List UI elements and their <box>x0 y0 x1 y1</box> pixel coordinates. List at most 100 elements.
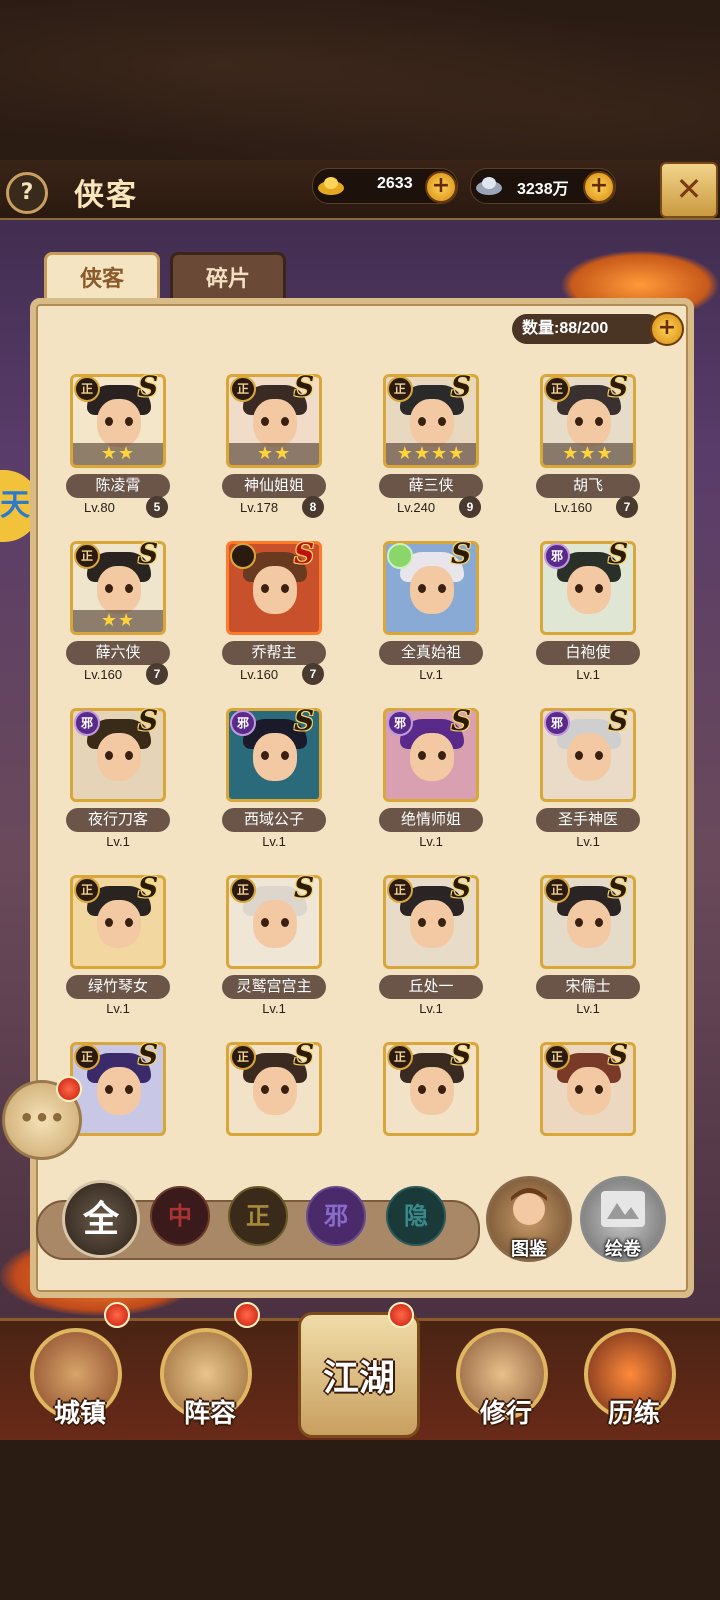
star-rating: ★★★★ <box>386 443 476 465</box>
scroll-gallery-label: 绘卷 <box>605 1239 641 1260</box>
hero-face <box>567 900 611 948</box>
hero-level: Lv.1 <box>576 834 600 849</box>
top-background <box>0 0 720 160</box>
hero-level: Lv.160 <box>240 667 279 682</box>
hero-eye <box>105 1085 113 1094</box>
hero-eye <box>105 584 113 593</box>
gold-ingot-icon <box>318 177 344 195</box>
star-rating: ★★ <box>73 610 163 632</box>
filter-xie-button[interactable]: 邪 <box>306 1186 366 1246</box>
nav-jianghu-button[interactable]: 江湖 <box>298 1312 420 1438</box>
gold-amount: 2633 <box>377 175 413 192</box>
hero-eye <box>261 417 269 426</box>
hero-card[interactable]: ★★ 正 S 薛六侠 Lv.160 7 <box>54 537 194 701</box>
add-silver-button[interactable]: + <box>583 171 615 203</box>
scroll-gallery-button[interactable]: 绘卷 <box>580 1176 666 1262</box>
hero-card[interactable]: ★★★★ 正 S 薛三侠 Lv.240 9 <box>367 374 507 534</box>
grade-badge: S <box>294 704 315 737</box>
hero-level: Lv.178 <box>240 500 279 515</box>
hero-grid[interactable]: ★★ 正 S 陈凌霄 Lv.80 5 ★★ 正 S 神仙姐姐 Lv.178 8 ★★★★ 正 S 薛三侠 Lv.… <box>54 374 674 1164</box>
hero-card[interactable]: ★★ 正 S 神仙姐姐 Lv.178 8 <box>210 374 350 534</box>
filter-all-button[interactable]: 全 <box>62 1180 140 1258</box>
hero-card[interactable]: 正 S 绿竹琴女 Lv.1 <box>54 871 194 1035</box>
hero-face <box>410 399 454 447</box>
faction-badge: 正 <box>74 877 100 903</box>
expand-capacity-button[interactable]: + <box>650 312 684 346</box>
nav-practice-button[interactable]: 修行 <box>456 1328 548 1429</box>
faction-badge: 正 <box>387 376 413 402</box>
hero-eye <box>105 417 113 426</box>
hero-face <box>567 733 611 781</box>
hero-eye <box>418 417 426 426</box>
hero-card[interactable]: 邪 S 圣手神医 Lv.1 <box>524 704 664 868</box>
hero-card[interactable]: 邪 S 白袍使 Lv.1 <box>524 537 664 701</box>
hero-name: 胡飞 <box>536 474 640 498</box>
duplicate-count-badge: 7 <box>146 663 168 685</box>
chat-notification-dot <box>56 1076 82 1102</box>
hero-eye <box>575 918 583 927</box>
faction-badge: 正 <box>544 877 570 903</box>
hero-level: Lv.240 <box>397 500 436 515</box>
star-rating: ★★ <box>229 443 319 465</box>
hero-name: 绿竹琴女 <box>66 975 170 999</box>
hero-card[interactable]: 正 S 丘处一 Lv.1 <box>367 871 507 1035</box>
hero-card[interactable]: 邪 S 绝情师姐 Lv.1 <box>367 704 507 868</box>
faction-badge: 邪 <box>230 710 256 736</box>
atlas-label: 图鉴 <box>511 1239 547 1260</box>
hero-eye <box>105 751 113 760</box>
hero-eye <box>438 1085 446 1094</box>
hero-eye <box>595 417 603 426</box>
hero-card[interactable]: ★★★ 正 S 胡飞 Lv.160 7 <box>524 374 664 534</box>
add-gold-button[interactable]: + <box>425 171 457 203</box>
town-notification-dot <box>104 1302 130 1328</box>
tab-fragments[interactable]: 碎片 <box>170 252 286 303</box>
hero-eye <box>281 751 289 760</box>
hero-face <box>97 900 141 948</box>
hero-face <box>410 900 454 948</box>
hero-name: 圣手神医 <box>536 808 640 832</box>
hero-card[interactable]: 正 S 灵鹫宫宫主 Lv.1 <box>210 871 350 1035</box>
hero-card[interactable]: 正S <box>210 1038 350 1164</box>
close-button[interactable]: ✕ <box>660 162 718 218</box>
hero-level: Lv.1 <box>576 667 600 682</box>
star-rating: ★★ <box>73 443 163 465</box>
hero-eye <box>281 417 289 426</box>
faction-badge: 正 <box>74 376 100 402</box>
grade-badge: S <box>608 537 629 570</box>
hero-card[interactable]: 正 S 宋儒士 Lv.1 <box>524 871 664 1035</box>
hero-card[interactable]: 邪 S 西域公子 Lv.1 <box>210 704 350 868</box>
hero-card[interactable]: 正S <box>367 1038 507 1164</box>
hero-face <box>410 1067 454 1115</box>
hero-face <box>253 566 297 614</box>
hero-card[interactable]: 邪 S 夜行刀客 Lv.1 <box>54 704 194 868</box>
hero-card[interactable]: 正S <box>524 1038 664 1164</box>
hero-eye <box>595 751 603 760</box>
grade-badge: S <box>608 374 629 403</box>
help-button[interactable]: ? <box>6 172 48 214</box>
tab-heroes[interactable]: 侠客 <box>44 252 160 303</box>
hero-name: 全真始祖 <box>379 641 483 665</box>
filter-yin-button[interactable]: 隐 <box>386 1186 446 1246</box>
silver-currency: 3238万 + <box>470 168 616 204</box>
faction-badge: 正 <box>387 1044 413 1070</box>
hero-eye <box>281 918 289 927</box>
nav-town-button[interactable]: 城镇 <box>30 1328 122 1429</box>
filter-zheng-button[interactable]: 正 <box>228 1186 288 1246</box>
filter-zhong-button[interactable]: 中 <box>150 1186 210 1246</box>
lineup-notification-dot <box>234 1302 260 1328</box>
hero-card[interactable]: S 乔帮主 Lv.160 7 <box>210 537 350 701</box>
nav-trial-button[interactable]: 历练 <box>584 1328 676 1429</box>
hero-level: Lv.160 <box>84 667 123 682</box>
gold-currency: 2633 + <box>312 168 458 204</box>
hero-card[interactable]: ★★ 正 S 陈凌霄 Lv.80 5 <box>54 374 194 534</box>
faction-badge: 正 <box>544 376 570 402</box>
hero-face <box>567 566 611 614</box>
hero-card[interactable]: S 全真始祖 Lv.1 <box>367 537 507 701</box>
grade-badge: S <box>451 1038 472 1071</box>
grade-badge: S <box>608 704 629 737</box>
hero-atlas-button[interactable]: 图鉴 <box>486 1176 572 1262</box>
nav-lineup-button[interactable]: 阵容 <box>160 1328 252 1429</box>
grade-badge: S <box>138 871 159 904</box>
grade-badge: S <box>294 871 315 904</box>
hero-eye <box>575 1085 583 1094</box>
